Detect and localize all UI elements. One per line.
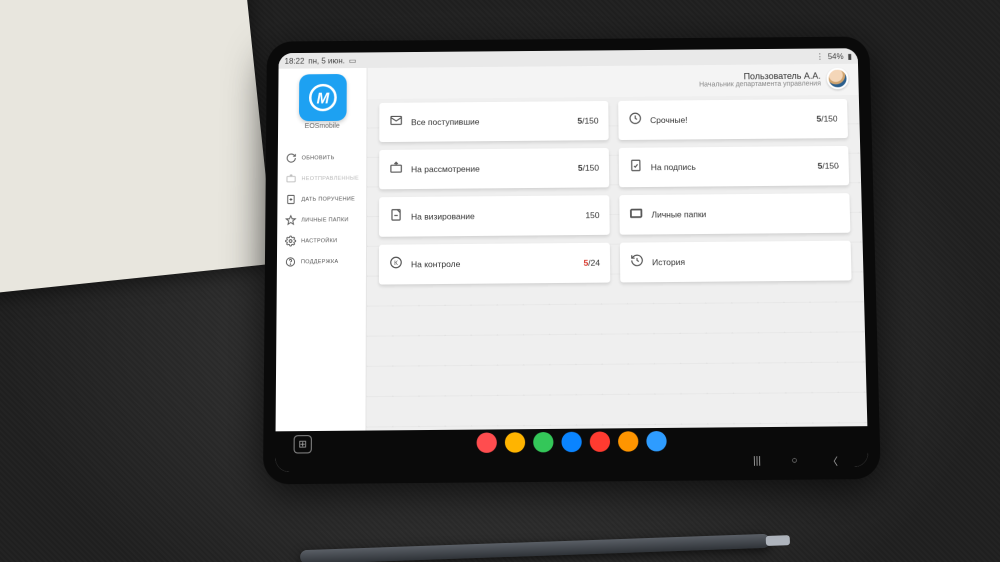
- card-label: На контроле: [411, 258, 576, 269]
- wifi-icon: ⋮: [816, 52, 824, 61]
- menu-label: ДАТЬ ПОРУЧЕНИЕ: [301, 196, 355, 202]
- dock-app-2[interactable]: [533, 432, 553, 452]
- dashboard-grid: Все поступившие5/150Срочные!5/150На расс…: [366, 95, 867, 431]
- card-visa[interactable]: На визирование 150: [379, 195, 610, 237]
- card-review[interactable]: На рассмотрение 5/150: [379, 148, 609, 189]
- battery-icon: ▮: [847, 52, 852, 61]
- review-icon: [389, 160, 403, 179]
- card-counter: 5/150: [578, 163, 599, 173]
- dock-app-4[interactable]: [590, 431, 610, 451]
- menu-label: ПОДДЕРЖКА: [301, 259, 339, 265]
- menu-label: ЛИЧНЫЕ ПАПКИ: [301, 217, 348, 223]
- content-area: Пользователь А.А. Начальник департамента…: [366, 64, 867, 431]
- logo-icon: M: [305, 81, 339, 114]
- card-control[interactable]: К На контроле 5/24: [379, 243, 610, 285]
- nav-recent-button[interactable]: |||: [753, 455, 761, 466]
- status-time: 18:22: [285, 56, 305, 65]
- visa-icon: [389, 207, 403, 226]
- menu-label: ОБНОВИТЬ: [302, 155, 335, 161]
- all-icon: [389, 113, 403, 132]
- apps-grid-button[interactable]: ⊞: [294, 435, 312, 453]
- avatar[interactable]: [826, 68, 848, 90]
- star-icon: [285, 215, 296, 226]
- card-all[interactable]: Все поступившие 5/150: [379, 101, 608, 142]
- dock-app-6[interactable]: [646, 431, 666, 451]
- card-counter: 5/150: [817, 161, 838, 171]
- card-urgent[interactable]: Срочные! 5/150: [618, 99, 848, 140]
- refresh-icon: [286, 153, 297, 164]
- app-name: EOSmobile: [305, 123, 340, 130]
- card-history[interactable]: История: [620, 241, 852, 283]
- app-body: M EOSmobile ОБНОВИТЬ НЕОТПРАВЛЕННЫЕ: [276, 64, 868, 432]
- menu-support[interactable]: ПОДДЕРЖКА: [277, 251, 366, 273]
- tablet-frame: 18:22 пн, 5 июн. ▭ ⋮ 54% ▮ M EOSmobile: [263, 36, 881, 484]
- battery-level: 54%: [828, 52, 844, 61]
- dock-app-0[interactable]: [477, 432, 497, 452]
- card-sign[interactable]: На подпись 5/150: [619, 146, 849, 187]
- card-personal[interactable]: Личные папки: [619, 193, 850, 235]
- card-label: История: [652, 256, 841, 268]
- status-date: пн, 5 июн.: [308, 56, 345, 65]
- card-label: Срочные!: [650, 114, 809, 125]
- outbox-icon: [286, 173, 297, 184]
- card-label: Личные папки: [651, 208, 840, 220]
- menu-label: НЕОТПРАВЛЕННЫЕ: [302, 175, 360, 181]
- tablet-screen: 18:22 пн, 5 июн. ▭ ⋮ 54% ▮ M EOSmobile: [275, 48, 868, 472]
- personal-icon: [629, 205, 643, 224]
- menu-label: НАСТРОЙКИ: [301, 238, 337, 244]
- sign-icon: [629, 158, 643, 177]
- svg-text:M: M: [316, 91, 329, 108]
- menu-assign[interactable]: ДАТЬ ПОРУЧЕНИЕ: [277, 188, 366, 210]
- card-counter: 150: [585, 210, 599, 220]
- menu-unsent[interactable]: НЕОТПРАВЛЕННЫЕ: [278, 168, 367, 189]
- calendar-icon: ▭: [349, 56, 357, 65]
- help-icon: [285, 256, 296, 267]
- nav-home-button[interactable]: ○: [791, 455, 797, 466]
- card-label: На рассмотрение: [411, 163, 570, 174]
- gear-icon: [285, 236, 296, 247]
- nav-back-button[interactable]: 〈: [828, 452, 838, 467]
- card-counter: 5/24: [583, 258, 600, 268]
- dock-app-5[interactable]: [618, 431, 638, 451]
- control-icon: К: [389, 255, 403, 274]
- card-counter: 5/150: [577, 116, 598, 126]
- card-label: На подпись: [651, 161, 810, 172]
- app-logo[interactable]: M: [298, 74, 346, 121]
- menu-refresh[interactable]: ОБНОВИТЬ: [278, 147, 367, 168]
- svg-text:К: К: [394, 259, 398, 266]
- history-icon: [630, 253, 644, 272]
- user-bar: Пользователь А.А. Начальник департамента…: [367, 64, 858, 99]
- paper-prop: [0, 0, 275, 295]
- urgent-icon: [628, 111, 642, 130]
- dock-app-1[interactable]: [505, 432, 525, 452]
- menu-personal-folders[interactable]: ЛИЧНЫЕ ПАПКИ: [277, 209, 366, 231]
- android-bottom: ⊞ ||| ○ 〈: [275, 426, 868, 472]
- card-counter: 5/150: [816, 114, 837, 124]
- card-label: На визирование: [411, 210, 577, 221]
- android-dock: ⊞: [275, 426, 868, 458]
- sidebar-menu: ОБНОВИТЬ НЕОТПРАВЛЕННЫЕ ДАТЬ ПОРУЧЕНИЕ Л…: [277, 147, 366, 272]
- sidebar: M EOSmobile ОБНОВИТЬ НЕОТПРАВЛЕННЫЕ: [276, 68, 368, 431]
- card-label: Все поступившие: [411, 116, 569, 127]
- menu-settings[interactable]: НАСТРОЙКИ: [277, 230, 366, 252]
- user-title: Начальник департамента управления: [699, 80, 821, 88]
- dock-app-3[interactable]: [561, 432, 581, 452]
- user-name: Пользователь А.А.: [699, 70, 821, 81]
- user-info: Пользователь А.А. Начальник департамента…: [699, 70, 821, 88]
- plus-doc-icon: [285, 194, 296, 205]
